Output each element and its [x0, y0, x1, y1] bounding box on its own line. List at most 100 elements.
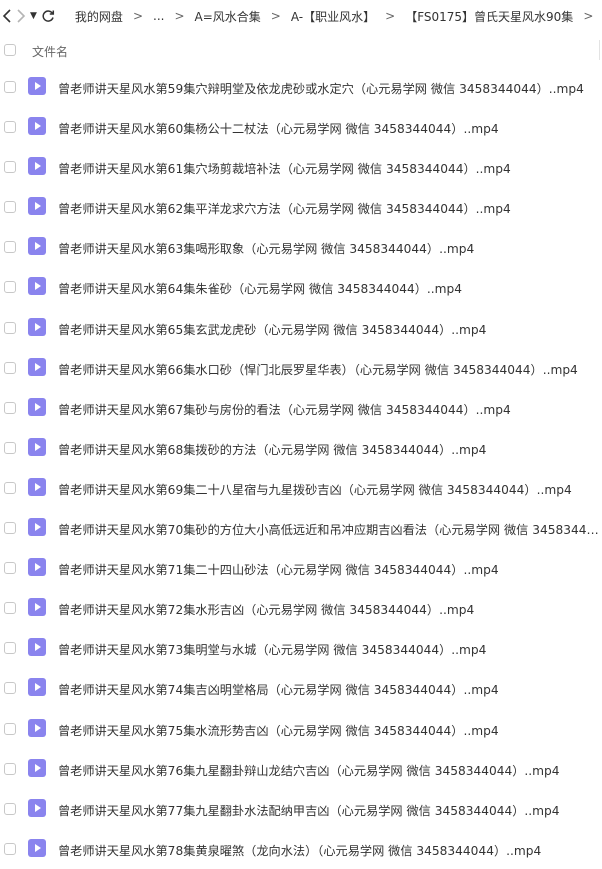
row-checkbox[interactable] [4, 81, 16, 93]
file-row[interactable]: 曾老师讲天星风水第76集九星翻卦辩山龙结穴吉凶（心元易学网 微信 3458344… [0, 749, 602, 789]
file-name[interactable]: 曾老师讲天星风水第59集穴辩明堂及依龙虎砂或水定穴（心元易学网 微信 34583… [58, 79, 602, 97]
breadcrumb-item-professional-fengshui[interactable]: A-【职业风水】 [291, 8, 375, 25]
file-row[interactable]: 曾老师讲天星风水第67集砂与房份的看法（心元易学网 微信 3458344044）… [0, 388, 602, 428]
row-checkbox[interactable] [4, 802, 16, 815]
chevron-right-icon [17, 9, 26, 23]
select-all-checkbox[interactable] [4, 44, 16, 56]
row-checkbox[interactable] [4, 321, 16, 334]
file-name[interactable]: 曾老师讲天星风水第66集水口砂（悍门北辰罗星华表）（心元易学网 微信 34583… [58, 360, 602, 378]
refresh-button[interactable] [41, 0, 55, 32]
row-checkbox[interactable] [4, 682, 16, 695]
file-list-header: 文件名 [0, 32, 602, 68]
file-name[interactable]: 曾老师讲天星风水第72集水形吉凶（心元易学网 微信 3458344044）..m… [58, 600, 602, 618]
row-checkbox[interactable] [4, 441, 16, 454]
row-checkbox[interactable] [4, 121, 16, 134]
file-row[interactable]: 曾老师讲天星风水第60集杨公十二杖法（心元易学网 微信 3458344044）.… [0, 107, 602, 147]
file-name[interactable]: 曾老师讲天星风水第67集砂与房份的看法（心元易学网 微信 3458344044）… [58, 400, 602, 418]
file-name[interactable]: 曾老师讲天星风水第78集黄泉曜煞（龙向水法）（心元易学网 微信 34583440… [58, 841, 602, 859]
breadcrumb-item-my-drive[interactable]: 我的网盘 [75, 8, 123, 25]
breadcrumb-separator: > [270, 9, 281, 23]
file-row[interactable]: 曾老师讲天星风水第71集二十四山砂法（心元易学网 微信 3458344044）.… [0, 548, 602, 588]
row-checkbox[interactable] [4, 241, 16, 254]
row-checkbox[interactable] [4, 842, 16, 855]
file-row[interactable]: 曾老师讲天星风水第61集穴场剪裁培补法（心元易学网 微信 3458344044）… [0, 147, 602, 187]
breadcrumb-separator: > [385, 9, 396, 23]
video-file-icon [28, 518, 46, 537]
file-name[interactable]: 曾老师讲天星风水第77集九星翻卦水法配纳甲吉凶（心元易学网 微信 3458344… [58, 801, 602, 819]
row-checkbox[interactable] [4, 201, 16, 214]
video-file-icon [28, 838, 46, 857]
file-row[interactable]: 曾老师讲天星风水第65集玄武龙虎砂（心元易学网 微信 3458344044）..… [0, 308, 602, 348]
file-name[interactable]: 曾老师讲天星风水第64集朱雀砂（心元易学网 微信 3458344044）..mp… [58, 279, 602, 297]
video-file-icon [28, 638, 46, 657]
video-file-icon [28, 758, 46, 777]
row-checkbox[interactable] [4, 481, 16, 494]
breadcrumb-separator: > [132, 9, 143, 23]
row-checkbox[interactable] [4, 562, 16, 575]
file-name[interactable]: 曾老师讲天星风水第61集穴场剪裁培补法（心元易学网 微信 3458344044）… [58, 159, 602, 177]
video-file-icon [28, 357, 46, 376]
file-row[interactable]: 曾老师讲天星风水第70集砂的方位大小高低远近和吊冲应期吉凶看法（心元易学网 微信… [0, 508, 602, 548]
file-name[interactable]: 曾老师讲天星风水第75集水流形势吉凶（心元易学网 微信 3458344044）.… [58, 721, 602, 739]
file-name[interactable]: 曾老师讲天星风水第74集吉凶明堂格局（心元易学网 微信 3458344044）.… [58, 680, 602, 698]
file-row[interactable]: 曾老师讲天星风水第78集黄泉曜煞（龙向水法）（心元易学网 微信 34583440… [0, 829, 602, 869]
file-row[interactable]: 曾老师讲天星风水第72集水形吉凶（心元易学网 微信 3458344044）..m… [0, 588, 602, 628]
breadcrumb-item-current-folder[interactable]: 【FS0175】曾氏天星风水90集 [405, 8, 573, 25]
row-checkbox[interactable] [4, 642, 16, 655]
video-file-icon [28, 197, 46, 216]
file-name[interactable]: 曾老师讲天星风水第68集拨砂的方法（心元易学网 微信 3458344044）..… [58, 440, 602, 458]
file-name[interactable]: 曾老师讲天星风水第73集明堂与水城（心元易学网 微信 3458344044）..… [58, 640, 602, 658]
breadcrumb-item-fengshui-collection[interactable]: A=风水合集 [195, 8, 261, 25]
row-checkbox[interactable] [4, 602, 16, 615]
video-file-icon [28, 718, 46, 737]
file-row[interactable]: 曾老师讲天星风水第69集二十八星宿与九星拨砂吉凶（心元易学网 微信 345834… [0, 468, 602, 508]
breadcrumb-separator: > [174, 9, 185, 23]
video-file-icon [28, 598, 46, 617]
file-name[interactable]: 曾老师讲天星风水第60集杨公十二杖法（心元易学网 微信 3458344044）.… [58, 119, 602, 137]
video-file-icon [28, 437, 46, 456]
video-file-icon [28, 157, 46, 176]
row-checkbox[interactable] [4, 762, 16, 775]
forward-button[interactable] [16, 0, 26, 32]
file-name[interactable]: 曾老师讲天星风水第63集喝形取象（心元易学网 微信 3458344044）..m… [58, 239, 602, 257]
row-checkbox[interactable] [4, 361, 16, 374]
file-row[interactable]: 曾老师讲天星风水第59集穴辩明堂及依龙虎砂或水定穴（心元易学网 微信 34583… [0, 67, 602, 107]
breadcrumb: 我的网盘 > ... > A=风水合集 > A-【职业风水】 > 【FS0175… [75, 8, 602, 25]
file-name[interactable]: 曾老师讲天星风水第70集砂的方位大小高低远近和吊冲应期吉凶看法（心元易学网 微信… [58, 520, 602, 538]
back-button[interactable] [2, 0, 12, 32]
file-row[interactable]: 曾老师讲天星风水第63集喝形取象（心元易学网 微信 3458344044）..m… [0, 227, 602, 267]
video-file-icon [28, 798, 46, 817]
file-name[interactable]: 曾老师讲天星风水第71集二十四山砂法（心元易学网 微信 3458344044）.… [58, 560, 602, 578]
file-row[interactable]: 曾老师讲天星风水第75集水流形势吉凶（心元易学网 微信 3458344044）.… [0, 709, 602, 749]
video-file-icon [28, 397, 46, 416]
video-file-icon [28, 317, 46, 336]
file-name[interactable]: 曾老师讲天星风水第62集平洋龙求穴方法（心元易学网 微信 3458344044）… [58, 199, 602, 217]
row-checkbox[interactable] [4, 281, 16, 294]
history-dropdown-button[interactable]: ▼ [30, 0, 37, 32]
file-row[interactable]: 曾老师讲天星风水第68集拨砂的方法（心元易学网 微信 3458344044）..… [0, 428, 602, 468]
file-row[interactable]: 曾老师讲天星风水第73集明堂与水城（心元易学网 微信 3458344044）..… [0, 628, 602, 668]
breadcrumb-item-ellipsis[interactable]: ... [153, 9, 164, 23]
row-checkbox[interactable] [4, 401, 16, 414]
file-row[interactable]: 曾老师讲天星风水第64集朱雀砂（心元易学网 微信 3458344044）..mp… [0, 267, 602, 307]
file-row[interactable]: 曾老师讲天星风水第62集平洋龙求穴方法（心元易学网 微信 3458344044）… [0, 187, 602, 227]
column-divider[interactable] [599, 40, 600, 60]
row-checkbox[interactable] [4, 522, 16, 535]
file-row[interactable]: 曾老师讲天星风水第66集水口砂（悍门北辰罗星华表）（心元易学网 微信 34583… [0, 348, 602, 388]
file-name[interactable]: 曾老师讲天星风水第69集二十八星宿与九星拨砂吉凶（心元易学网 微信 345834… [58, 480, 602, 498]
row-checkbox[interactable] [4, 722, 16, 735]
video-file-icon [28, 117, 46, 136]
dropdown-arrow-icon: ▼ [30, 11, 37, 21]
file-name[interactable]: 曾老师讲天星风水第65集玄武龙虎砂（心元易学网 微信 3458344044）..… [58, 320, 602, 338]
column-header-filename[interactable]: 文件名 [32, 43, 68, 60]
file-row[interactable]: 曾老师讲天星风水第77集九星翻卦水法配纳甲吉凶（心元易学网 微信 3458344… [0, 789, 602, 829]
row-checkbox[interactable] [4, 161, 16, 174]
video-file-icon [28, 678, 46, 697]
top-navigation-bar: ▼ 我的网盘 > ... > A=风水合集 > A-【职业风水】 > 【FS01… [0, 0, 602, 32]
refresh-icon [42, 10, 54, 22]
video-file-icon [28, 77, 46, 95]
file-name[interactable]: 曾老师讲天星风水第76集九星翻卦辩山龙结穴吉凶（心元易学网 微信 3458344… [58, 761, 602, 779]
breadcrumb-separator: > [583, 9, 594, 23]
file-row[interactable]: 曾老师讲天星风水第74集吉凶明堂格局（心元易学网 微信 3458344044）.… [0, 668, 602, 708]
video-file-icon [28, 277, 46, 296]
